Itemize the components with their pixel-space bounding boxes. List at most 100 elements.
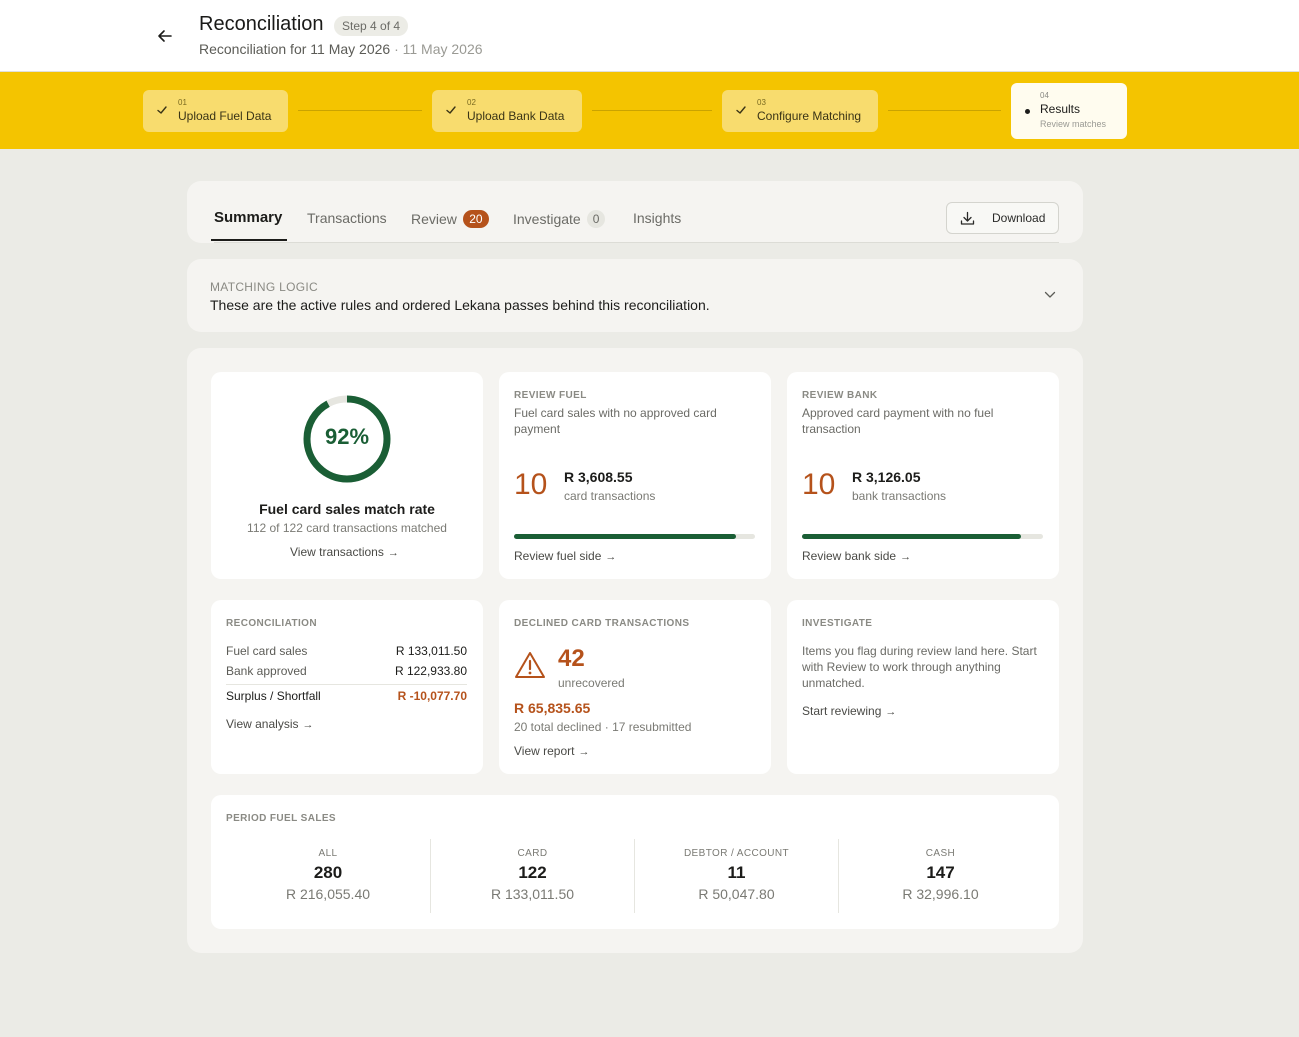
arrow-right-icon: →	[387, 547, 399, 559]
column-count: 122	[518, 863, 547, 882]
warning-triangle-icon	[515, 652, 545, 678]
active-dot-icon	[1025, 109, 1030, 114]
reconciliation-kicker: RECONCILIATION	[226, 618, 317, 629]
step-connector	[888, 110, 1001, 111]
download-label: Download	[992, 211, 1046, 225]
period-fuel-sales-card: PERIOD FUEL SALES ALL 280 R 216,055.40 C…	[211, 795, 1059, 929]
check-icon	[736, 106, 746, 114]
declined-subtext: 20 total declined · 17 resubmitted	[514, 720, 692, 734]
row-value: R 122,933.80	[394, 664, 467, 678]
match-rate-card: 92% Fuel card sales match rate 112 of 12…	[211, 372, 483, 579]
declined-card: DECLINED CARD TRANSACTIONS 42 unrecovere…	[499, 600, 771, 774]
step-label: Results	[1040, 102, 1081, 116]
period-sales-debtor: DEBTOR / ACCOUNT 11 R 50,047.80	[634, 839, 838, 913]
matching-logic-panel[interactable]: MATCHING LOGIC These are the active rule…	[187, 259, 1083, 332]
match-rate-title: Fuel card sales match rate	[259, 501, 435, 517]
subtitle-date: · 11 May 2026	[394, 41, 483, 57]
match-rate-percent: 92%	[324, 424, 370, 449]
check-icon	[446, 106, 456, 114]
start-reviewing-link[interactable]: Start reviewing →	[802, 704, 896, 718]
view-analysis-link[interactable]: View analysis →	[226, 717, 313, 731]
view-analysis-label: View analysis	[226, 717, 299, 731]
investigate-card: INVESTIGATE Items you flag during review…	[787, 600, 1059, 774]
matching-logic-kicker: MATCHING LOGIC	[210, 280, 318, 294]
step-upload-bank-data[interactable]: 02 Upload Bank Data	[432, 90, 582, 132]
review-fuel-kicker: REVIEW FUEL	[514, 390, 587, 401]
review-bank-side-link[interactable]: Review bank side →	[802, 549, 911, 563]
review-bank-progress	[802, 534, 1043, 539]
review-bank-side-label: Review bank side	[802, 549, 897, 563]
investigate-kicker: INVESTIGATE	[802, 618, 873, 629]
review-fuel-card: REVIEW FUEL Fuel card sales with no appr…	[499, 372, 771, 579]
tabs-panel: Summary Transactions Review 20 Investigat…	[187, 181, 1083, 243]
view-report-link[interactable]: View report →	[514, 744, 589, 758]
review-fuel-amount: R 3,608.55	[564, 469, 633, 485]
reconciliation-row-total: Surplus / Shortfall R -10,077.70	[226, 689, 467, 703]
declined-kicker: DECLINED CARD TRANSACTIONS	[514, 618, 690, 629]
page-header: Reconciliation Step 4 of 4 Reconciliatio…	[0, 0, 1299, 72]
column-amount: R 50,047.80	[698, 886, 775, 902]
column-amount: R 32,996.10	[902, 886, 979, 902]
reconciliation-row-bank: Bank approved R 122,933.80	[226, 664, 467, 678]
row-label: Bank approved	[226, 664, 307, 678]
column-label: ALL	[318, 848, 338, 859]
column-count: 280	[313, 863, 343, 882]
back-arrow-icon[interactable]	[154, 26, 176, 46]
tab-investigate[interactable]: Investigate 0	[513, 210, 606, 228]
arrow-right-icon: →	[302, 719, 314, 731]
investigate-description: Items you flag during review land here. …	[802, 644, 1037, 690]
review-fuel-side-link[interactable]: Review fuel side →	[514, 549, 616, 563]
view-transactions-label: View transactions	[290, 545, 384, 559]
view-report-label: View report	[514, 744, 575, 758]
period-sales-card-col: CARD 122 R 133,011.50	[430, 839, 634, 913]
column-label: CASH	[925, 848, 956, 859]
column-count: 11	[727, 863, 746, 882]
tab-review[interactable]: Review 20	[411, 210, 489, 228]
tab-insights[interactable]: Insights	[633, 210, 681, 226]
step-label: Upload Fuel Data	[178, 109, 272, 123]
tab-summary[interactable]: Summary	[214, 209, 282, 226]
declined-amount: R 65,835.65	[514, 700, 591, 716]
total-label: Surplus / Shortfall	[226, 689, 321, 703]
subtitle-text: Reconciliation for 11 May 2026	[199, 41, 391, 57]
column-label: CARD	[517, 848, 548, 859]
total-value: R -10,077.70	[397, 689, 467, 703]
step-badge: Step 4 of 4	[334, 16, 409, 36]
review-fuel-progress-fill	[514, 534, 736, 539]
review-bank-description: Approved card payment with no fuel trans…	[802, 406, 994, 436]
review-bank-kicker: REVIEW BANK	[802, 390, 878, 401]
review-fuel-description: Fuel card sales with no approved card pa…	[514, 406, 717, 436]
tab-transactions[interactable]: Transactions	[307, 210, 387, 226]
investigate-count-badge: 0	[586, 210, 606, 228]
tab-investigate-label: Investigate	[513, 211, 581, 227]
review-fuel-count: 10	[514, 468, 548, 501]
page-title: Reconciliation	[199, 13, 324, 35]
column-amount: R 133,011.50	[490, 886, 575, 902]
review-fuel-side-label: Review fuel side	[514, 549, 602, 563]
step-label: Upload Bank Data	[467, 109, 565, 123]
reconciliation-card: RECONCILIATION Fuel card sales R 133,011…	[211, 600, 483, 774]
row-label: Fuel card sales	[226, 644, 308, 658]
period-sales-cash: CASH 147 R 32,996.10	[838, 839, 1042, 913]
chevron-down-icon[interactable]	[1044, 291, 1056, 299]
step-sublabel: Review matches	[1040, 119, 1107, 129]
match-rate-subtitle: 112 of 122 card transactions matched	[247, 521, 447, 535]
arrow-right-icon: →	[885, 706, 897, 718]
view-transactions-link[interactable]: View transactions →	[290, 545, 399, 559]
step-number: 02	[467, 98, 476, 107]
summary-container: 92% Fuel card sales match rate 112 of 12…	[187, 348, 1083, 953]
review-count-badge: 20	[462, 210, 489, 228]
review-bank-count: 10	[802, 468, 836, 501]
period-sales-all: ALL 280 R 216,055.40	[226, 839, 430, 913]
column-label: DEBTOR / ACCOUNT	[683, 848, 790, 859]
download-button[interactable]: Download	[946, 202, 1059, 234]
reconciliation-divider	[226, 684, 467, 685]
step-connector	[298, 110, 422, 111]
step-configure-matching[interactable]: 03 Configure Matching	[722, 90, 878, 132]
review-bank-progress-fill	[802, 534, 1022, 539]
step-results[interactable]: 04 Results Review matches	[1011, 83, 1127, 139]
step-upload-fuel-data[interactable]: 01 Upload Fuel Data	[143, 90, 288, 132]
review-fuel-progress	[514, 534, 755, 539]
tab-review-label: Review	[411, 211, 457, 227]
review-bank-unit: bank transactions	[852, 489, 947, 503]
